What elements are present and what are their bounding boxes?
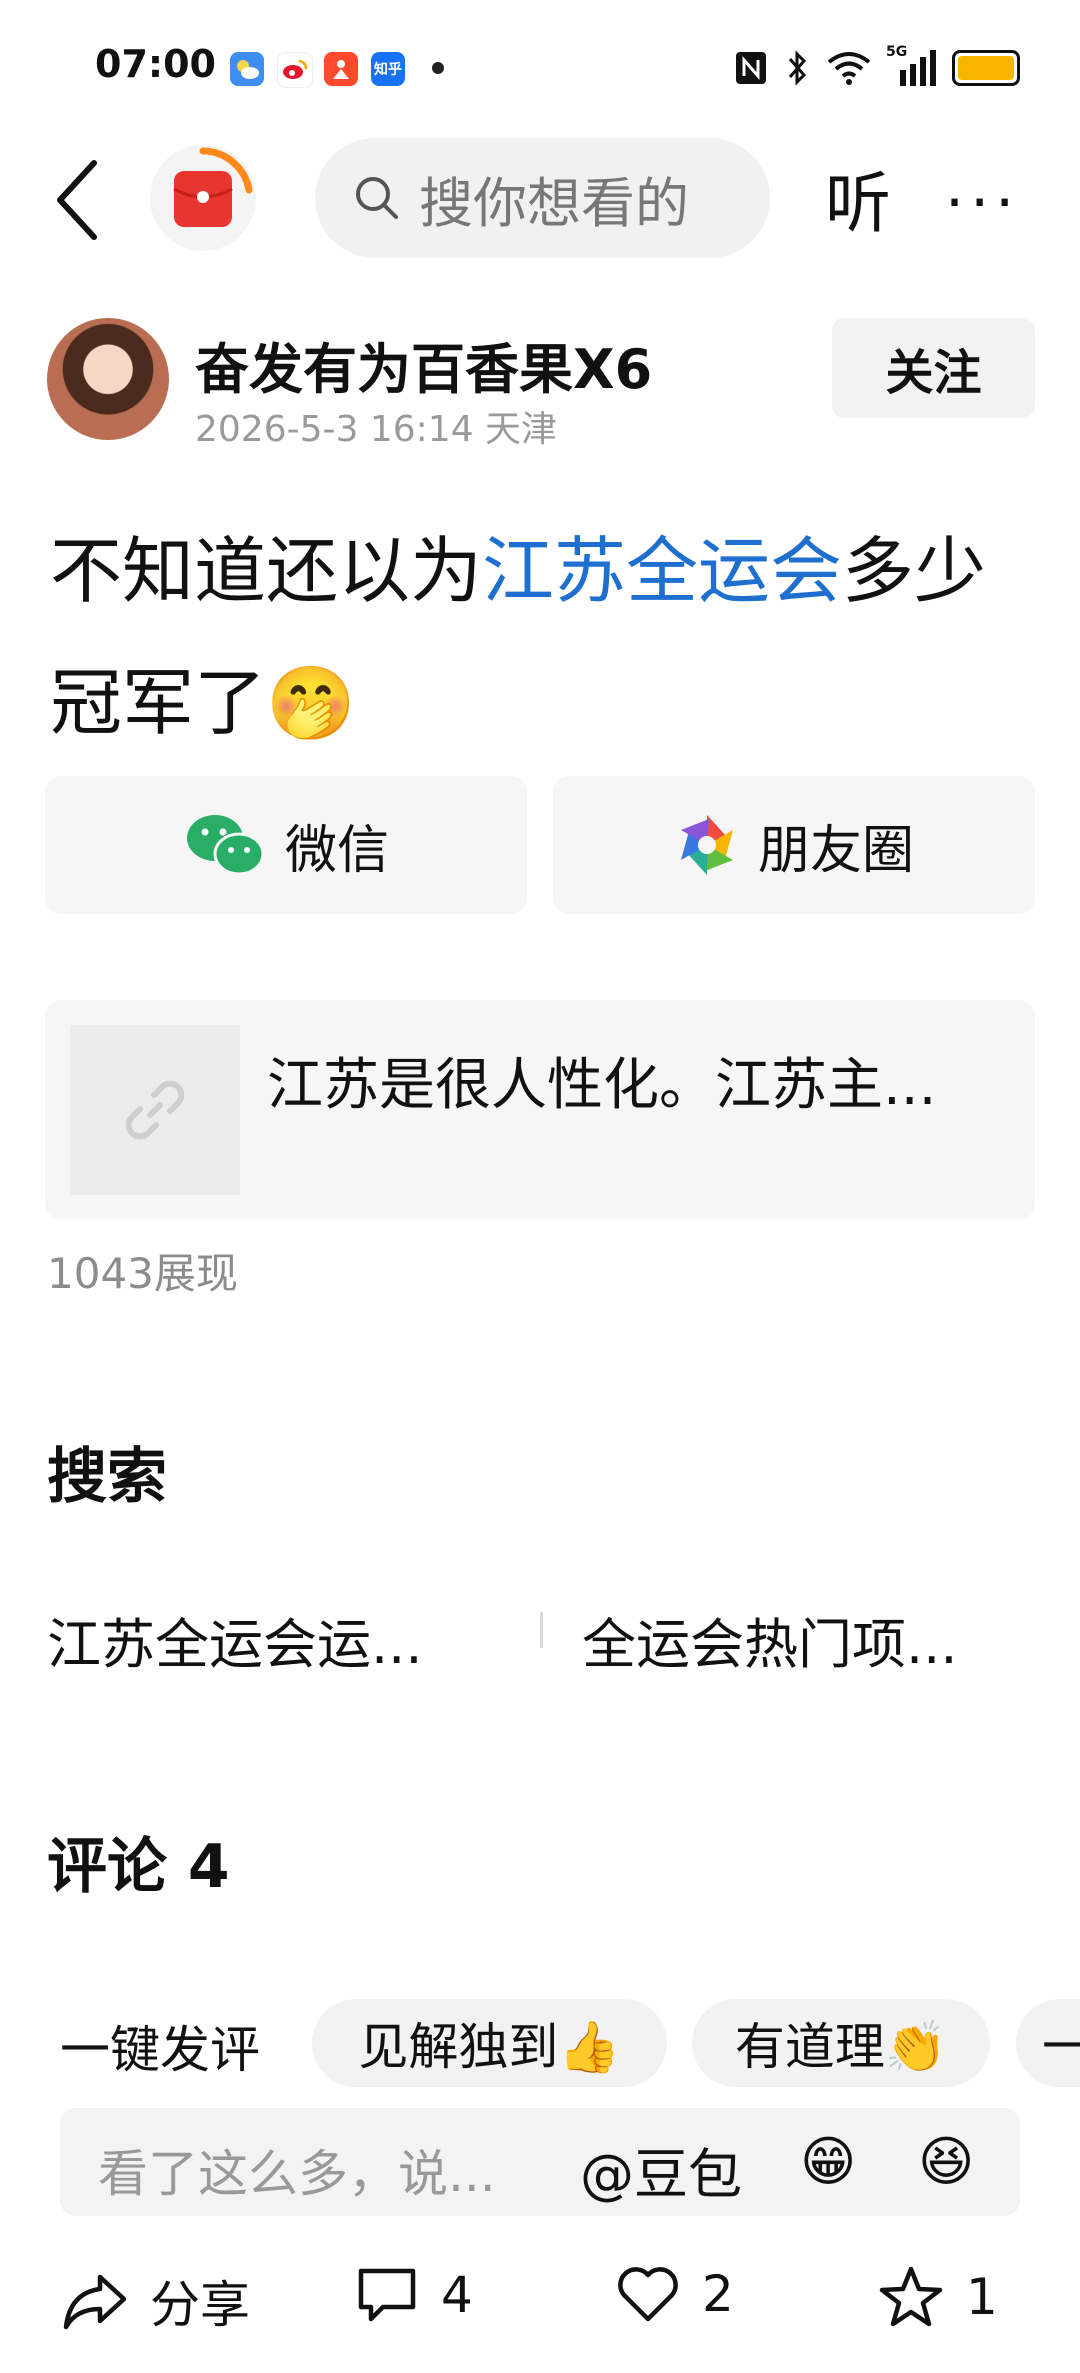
quick-comment-label: 一键发评: [60, 2021, 260, 2079]
weather-app-icon: [230, 52, 264, 86]
favorite-button[interactable]: 1: [878, 2265, 998, 2329]
chevron-left-icon: [57, 160, 97, 240]
back-button[interactable]: [50, 155, 110, 245]
xiaohongshu-app-icon: [324, 52, 358, 86]
favorite-count: 1: [966, 2268, 998, 2326]
comment-placeholder: 看了这么多，说...: [98, 2145, 496, 2203]
status-icons: 5G: [734, 44, 1020, 88]
quick-comment-chip[interactable]: 有道理👏: [692, 1999, 990, 2087]
wifi-icon: [827, 52, 871, 85]
share-wechat-button[interactable]: 微信: [45, 776, 527, 914]
battery-icon: [952, 50, 1020, 86]
search-placeholder: 搜你想看的: [419, 171, 689, 235]
signal-icon: 5G: [886, 44, 938, 88]
like-button[interactable]: 2: [616, 2265, 734, 2323]
laughing-emoji: 🤭: [266, 661, 356, 745]
comments-title: 评论 4: [47, 1832, 230, 1902]
quick-comment-chip[interactable]: 一: [1016, 1999, 1080, 2087]
laugh-emoji-button[interactable]: 😆: [918, 2130, 974, 2193]
post-content: 不知道还以为江苏全运会多少冠军了🤭: [50, 505, 1040, 769]
nfc-icon: [736, 52, 766, 84]
search-suggestion[interactable]: 全运会热门项...: [582, 1600, 958, 1679]
quick-comment-row: 一键发评 见解独到👍 有道理👏 一: [0, 1995, 1080, 2095]
search-icon: [356, 177, 398, 219]
wechat-icon: [186, 815, 265, 876]
listen-button[interactable]: 听: [825, 150, 891, 246]
moments-icon: [680, 815, 733, 875]
post-text-prefix: 不知道还以为: [50, 529, 483, 613]
link-icon: [125, 1080, 185, 1140]
follow-button[interactable]: 关注: [832, 318, 1035, 418]
bluetooth-icon: [788, 50, 807, 86]
link-thumbnail: [70, 1025, 240, 1195]
app-logo-button[interactable]: [150, 145, 256, 251]
heart-icon: [618, 2267, 678, 2322]
view-count: 1043展现: [47, 1249, 238, 1298]
at-doubao-button[interactable]: @豆包: [580, 2130, 742, 2209]
red-envelope-icon: [173, 147, 253, 227]
comment-input[interactable]: 看了这么多，说... @豆包 😁 😆: [60, 2108, 1020, 2216]
comment-count: 4: [441, 2266, 473, 2324]
search-bar[interactable]: 搜你想看的: [315, 138, 770, 258]
share-wechat-label: 微信: [284, 820, 389, 881]
notification-dot: [432, 62, 444, 74]
author-avatar[interactable]: [47, 318, 169, 440]
share-moments-button[interactable]: 朋友圈: [553, 776, 1035, 914]
like-count: 2: [702, 2265, 734, 2323]
comment-button[interactable]: 4: [355, 2265, 473, 2325]
star-icon: [879, 2266, 943, 2327]
post-meta: 2026-5-3 16:14 天津: [195, 409, 558, 450]
weibo-app-icon: [277, 52, 313, 88]
link-title: 江苏是很人性化。江苏主...: [267, 1053, 937, 1118]
search-suggestion[interactable]: 江苏全运会运...: [47, 1600, 423, 1679]
suggestion-divider: [540, 1612, 543, 1648]
zhihu-app-icon: 知乎: [371, 52, 405, 86]
network-type: 5G: [886, 44, 908, 60]
link-card[interactable]: 江苏是很人性化。江苏主...: [45, 1000, 1035, 1220]
share-icon: [63, 2274, 127, 2330]
author-name[interactable]: 奋发有为百香果X6: [195, 325, 652, 404]
topic-link[interactable]: 江苏全运会: [482, 529, 842, 613]
share-button[interactable]: 分享: [62, 2265, 250, 2337]
share-moments-label: 朋友圈: [757, 820, 914, 881]
status-time: 07:00: [95, 42, 216, 86]
share-label: 分享: [150, 2276, 250, 2334]
comment-icon: [358, 2268, 416, 2322]
search-section-title: 搜索: [47, 1442, 167, 1512]
more-button[interactable]: ···: [945, 168, 1020, 238]
quick-comment-chip[interactable]: 见解独到👍: [312, 1999, 667, 2087]
grin-emoji-button[interactable]: 😁: [800, 2130, 856, 2193]
